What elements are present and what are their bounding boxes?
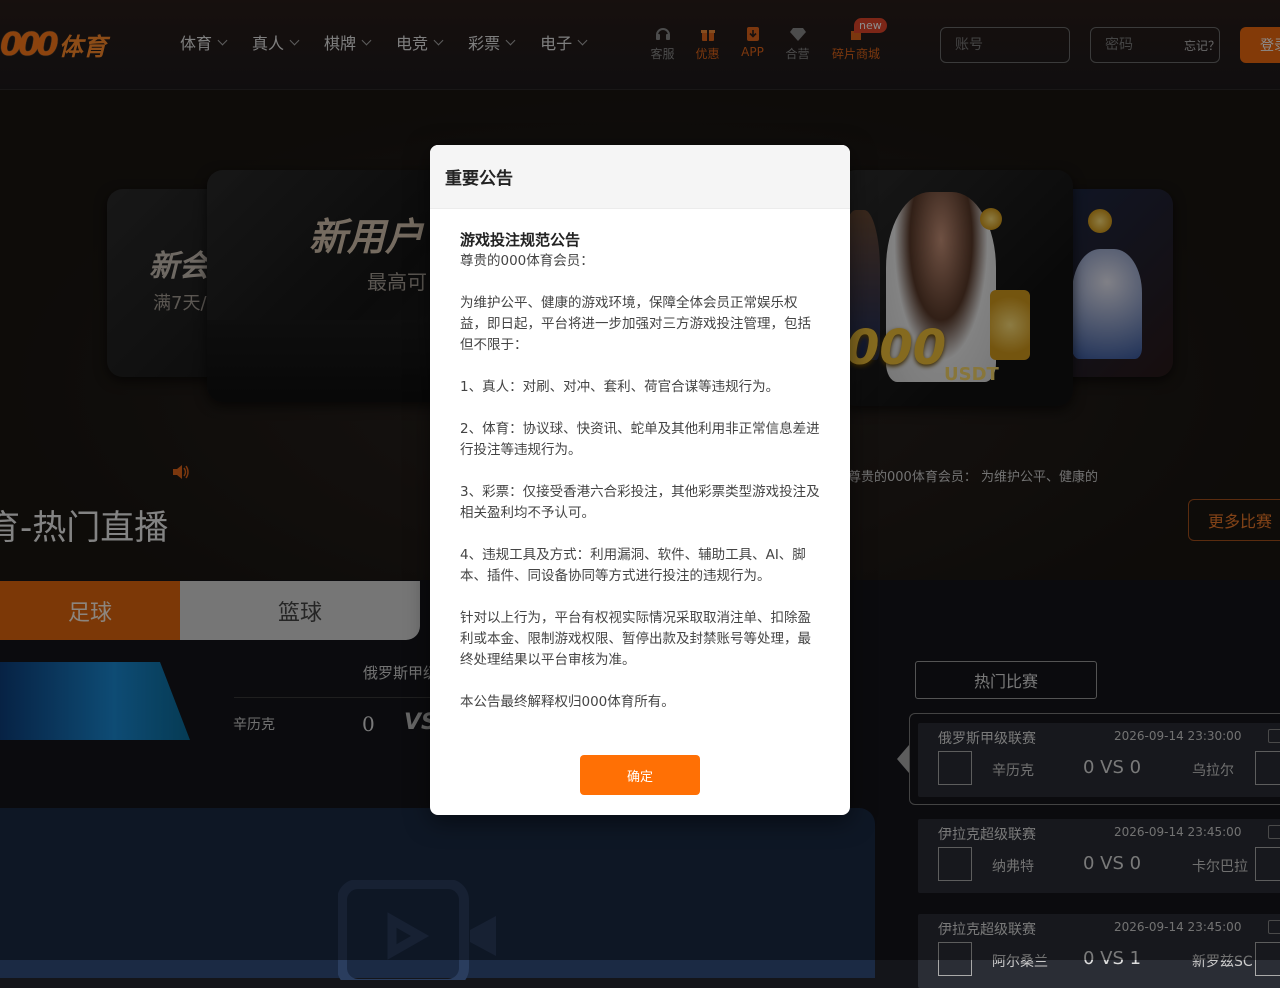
notice-footer: 本公告最终解释权归000体育所有。 bbox=[460, 694, 675, 710]
notice-action: 针对以上行为，平台有权视实际情况采取取消注单、扣除盈利或本金、限制游戏权限、暂停… bbox=[460, 610, 811, 668]
notice-title: 游戏投注规范公告 bbox=[460, 231, 581, 249]
notice-item: 2、体育：协议球、快资讯、蛇单及其他利用非正常信息差进行投注等违规行为。 bbox=[460, 421, 820, 458]
notice-item: 4、违规工具及方式：利用漏洞、软件、辅助工具、AI、脚本、插件、同设备协同等方式… bbox=[460, 547, 806, 584]
notice-item: 1、真人：对刷、对冲、套利、荷官合谋等违规行为。 bbox=[460, 379, 780, 395]
notice-item: 3、彩票：仅接受香港六合彩投注，其他彩票类型游戏投注及相关盈利均不予认可。 bbox=[460, 484, 820, 521]
announcement-modal: 重要公告 游戏投注规范公告 尊贵的000体育会员： 为维护公平、健康的游戏环境，… bbox=[430, 145, 850, 815]
modal-body: 游戏投注规范公告 尊贵的000体育会员： 为维护公平、健康的游戏环境，保障全体会… bbox=[430, 209, 850, 713]
confirm-button[interactable]: 确定 bbox=[580, 755, 700, 795]
modal-header: 重要公告 bbox=[430, 145, 850, 209]
notice-intro: 为维护公平、健康的游戏环境，保障全体会员正常娱乐权益，即日起，平台将进一步加强对… bbox=[460, 295, 811, 353]
notice-greeting: 尊贵的000体育会员： bbox=[460, 253, 594, 269]
